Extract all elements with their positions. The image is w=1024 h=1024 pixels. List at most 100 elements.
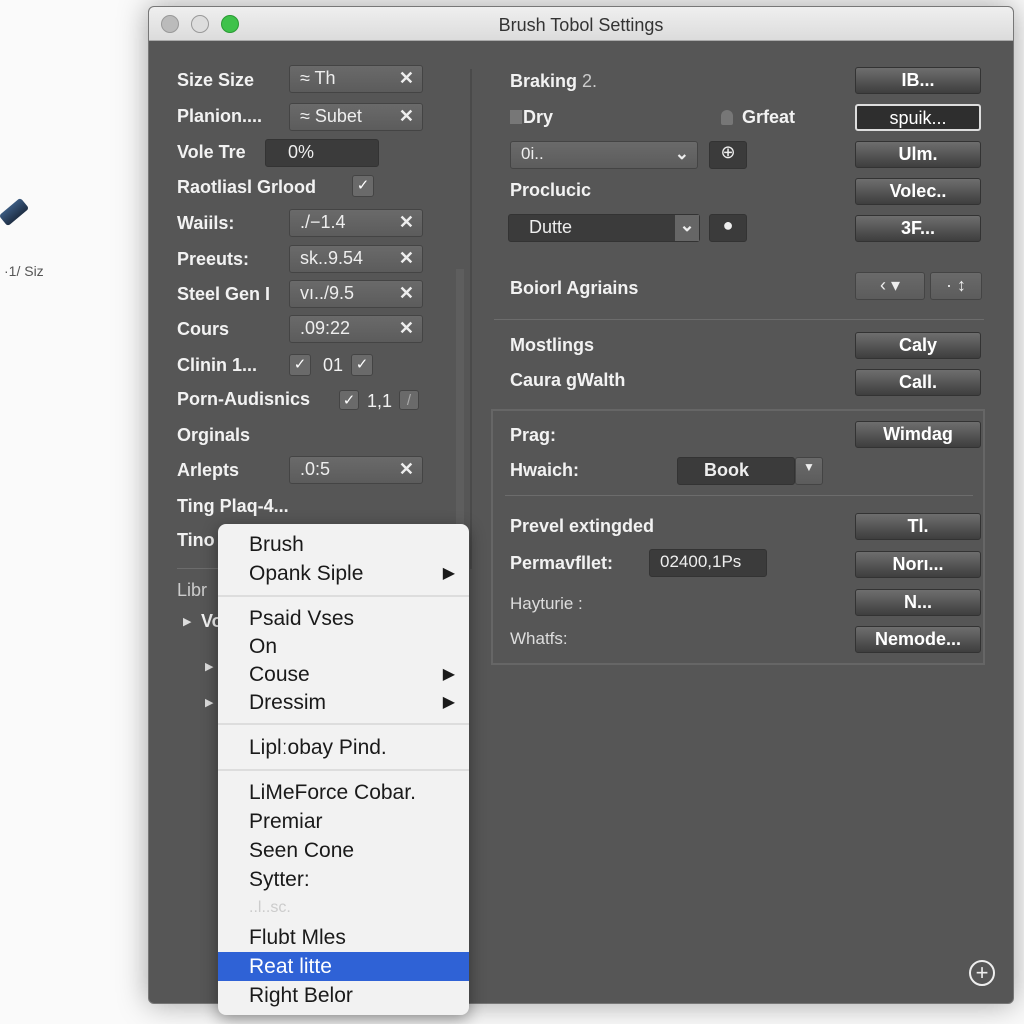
column-divider: [470, 69, 472, 569]
chevron-updown-icon: ⌄: [675, 215, 699, 241]
desktop-label: ·1/ Siz: [4, 263, 44, 279]
permav-label: Permavfllet:: [510, 553, 614, 573]
dutte-select[interactable]: Dutte ⌄: [508, 214, 700, 242]
chevron-left-icon: ‹ ▾: [879, 275, 901, 295]
menu-item-on[interactable]: On: [218, 632, 469, 661]
wimdag-button[interactable]: Wimdag: [855, 421, 981, 448]
braking-label: Braking 2.: [510, 71, 597, 92]
menu-item-brush[interactable]: Brush: [218, 530, 469, 559]
menu-separator: [218, 769, 469, 771]
back-dropdown-button[interactable]: ‹ ▾: [855, 272, 925, 300]
dry-label[interactable]: Dry: [523, 107, 553, 128]
3f-button[interactable]: 3F...: [855, 215, 981, 242]
menu-item-reat-litte[interactable]: Reat litte: [218, 952, 469, 981]
clear-icon[interactable]: ✕: [399, 106, 414, 127]
submenu-arrow-icon: ▶: [442, 666, 455, 683]
book-dropdown-button[interactable]: ▼: [795, 457, 823, 485]
planion-field[interactable]: ≈ Subet ✕: [289, 103, 423, 131]
menu-item-seen-cone[interactable]: Seen Cone: [218, 836, 469, 865]
disclosure-triangle-icon[interactable]: ▶: [205, 696, 213, 709]
select-0i[interactable]: 0i.. ⌄: [510, 141, 698, 169]
ib-button[interactable]: IB...: [855, 67, 981, 94]
hayturie-label: Hayturie :: [510, 594, 583, 613]
menu-item-dressim[interactable]: Dressim ▶: [218, 688, 469, 717]
n-button[interactable]: N...: [855, 589, 981, 616]
preeuts-field[interactable]: sk..9.54 ✕: [289, 245, 423, 273]
porn-checkbox[interactable]: ✓: [339, 390, 359, 410]
globe-button[interactable]: ⊕: [709, 141, 747, 169]
steel-gen-field[interactable]: vı../9.5 ✕: [289, 280, 423, 308]
menu-separator: [218, 595, 469, 597]
clear-icon[interactable]: ✕: [399, 248, 414, 269]
clear-icon[interactable]: ✕: [399, 459, 414, 480]
book-select[interactable]: Book: [677, 457, 795, 485]
nori-button[interactable]: Norı...: [855, 551, 981, 578]
clinin-checkbox-2[interactable]: ✓: [351, 354, 373, 376]
raotliasl-checkbox[interactable]: ✓: [352, 175, 374, 197]
prag-label: Prag:: [510, 425, 557, 445]
submenu-arrow-icon: ▶: [442, 565, 455, 582]
prevel-label: Prevel extingded: [510, 516, 655, 536]
menu-item-premiar[interactable]: Premiar: [218, 807, 469, 836]
label-raotliasl: Raotliasl Grlood: [177, 177, 317, 197]
ulm-button[interactable]: Ulm.: [855, 141, 981, 168]
waiils-field[interactable]: ./−1.4 ✕: [289, 209, 423, 237]
menu-item-liplobay[interactable]: Liplːobay Pind.: [218, 733, 469, 762]
preeuts-value: sk..9.54: [300, 248, 364, 268]
scrollbar[interactable]: [456, 269, 464, 529]
stepper[interactable]: · ↕: [930, 272, 982, 300]
menu-item-right-belor[interactable]: Right Belor: [218, 981, 469, 1010]
dutte-value: Dutte: [529, 217, 573, 237]
clear-icon[interactable]: ✕: [399, 283, 414, 304]
speech-button[interactable]: ●: [709, 214, 747, 242]
disclosure-triangle-icon[interactable]: ▶: [183, 615, 191, 628]
add-icon[interactable]: +: [969, 960, 995, 986]
size-value: ≈ Th: [300, 68, 336, 88]
grfeat-label[interactable]: Grfeat: [742, 107, 795, 128]
window-title: Brush Tobol Settings: [498, 15, 664, 35]
arlepts-value: .0:5: [300, 459, 331, 479]
brush-icon: [0, 197, 30, 227]
menu-item-flubt-mles[interactable]: Flubt Mles: [218, 923, 469, 952]
clear-icon[interactable]: ✕: [399, 318, 414, 339]
menu-separator: [218, 723, 469, 725]
clinin-checkbox[interactable]: ✓: [289, 354, 311, 376]
vole-field[interactable]: 0%: [265, 139, 379, 167]
menu-item-disabled: ..l..sc.: [249, 899, 291, 916]
steel-gen-value: vı../9.5: [300, 283, 355, 303]
porn-checkbox-2[interactable]: /: [399, 390, 419, 410]
size-field[interactable]: ≈ Th ✕: [289, 65, 423, 93]
menu-item-sytter[interactable]: Sytter:: [218, 865, 469, 894]
library-header: Libr: [177, 580, 208, 600]
braking-number: 2.: [582, 71, 598, 91]
clinin-value: 01: [323, 355, 344, 375]
boiorl-label: Boiorl Agriains: [510, 278, 639, 298]
menu-item-opank-siple[interactable]: Opank Siple ▶: [218, 559, 469, 588]
caly-button[interactable]: Caly: [855, 332, 981, 359]
clear-icon[interactable]: ✕: [399, 68, 414, 89]
arlepts-field[interactable]: .0:5 ✕: [289, 456, 423, 484]
clear-icon[interactable]: ✕: [399, 212, 414, 233]
menu-item-label: Couse: [249, 663, 310, 686]
cours-field[interactable]: .09:22 ✕: [289, 315, 423, 343]
menu-item-couse[interactable]: Couse ▶: [218, 660, 469, 689]
disclosure-triangle-icon[interactable]: ▶: [205, 660, 213, 673]
spuik-button[interactable]: spuik...: [855, 104, 981, 131]
label-tino: Tino: [177, 530, 215, 550]
volec-button[interactable]: Volec..: [855, 178, 981, 205]
label-waiils: Waiils:: [177, 213, 235, 233]
permav-field[interactable]: 02400,1Ps: [649, 549, 767, 577]
label-porn-audisnics: Porn-Audisnics: [177, 389, 311, 409]
nemode-button[interactable]: Nemode...: [855, 626, 981, 653]
call-button[interactable]: Call.: [855, 369, 981, 396]
label-arlepts: Arlepts: [177, 460, 240, 480]
menu-item-psaid-vses[interactable]: Psaid Vses: [218, 604, 469, 633]
globe-icon: ⊕: [720, 142, 736, 162]
label-orginals: Orginals: [177, 425, 251, 445]
label-planion: Planion....: [177, 106, 263, 126]
menu-item-limeforce[interactable]: LiMeForce Cobar.: [218, 778, 469, 807]
tl-button[interactable]: Tl.: [855, 513, 981, 540]
divider: [505, 495, 973, 496]
context-menu: Brush Opank Siple ▶ Psaid Vses On Couse ▶ …: [218, 524, 469, 1015]
stepper-icon: · ↕: [946, 275, 966, 295]
